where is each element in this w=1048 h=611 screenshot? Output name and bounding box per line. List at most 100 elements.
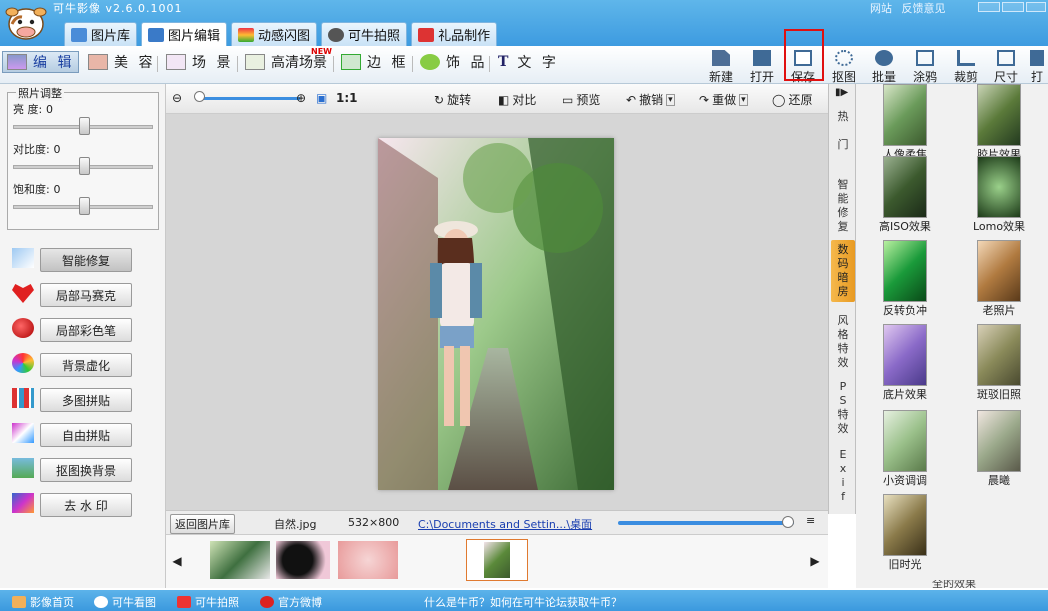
mode-frame[interactable]: 边 框 bbox=[337, 51, 412, 73]
undo-dropdown-icon[interactable]: ▾ bbox=[666, 93, 675, 106]
open-button[interactable]: 打开 bbox=[744, 50, 780, 85]
collapse-panel-icon[interactable]: ▮▶ bbox=[835, 87, 848, 98]
multi-image-collage-button[interactable]: 多图拼贴 bbox=[40, 388, 132, 412]
cutout-button[interactable]: 抠图 bbox=[826, 50, 862, 85]
zoom-slider[interactable] bbox=[196, 97, 300, 100]
actual-size-button[interactable]: 1:1 bbox=[336, 91, 358, 105]
resize-button[interactable]: 尺寸 bbox=[988, 50, 1024, 85]
category-style-effects[interactable]: 风 格 特 效 bbox=[831, 314, 855, 370]
effect-lomo[interactable]: Lomo效果 bbox=[960, 156, 1038, 236]
effect-negative[interactable]: 底片效果 bbox=[866, 324, 944, 404]
weibo-icon bbox=[260, 596, 274, 608]
effects-footer[interactable]: 全的效果 bbox=[932, 580, 976, 588]
status-home-link[interactable]: 影像首页 bbox=[12, 594, 74, 610]
zoom-slider-thumb[interactable] bbox=[194, 91, 205, 102]
smart-repair-button[interactable]: 智能修复 bbox=[40, 248, 132, 272]
undo-button[interactable]: ↶ 撤销 ▾ bbox=[626, 91, 675, 108]
mode-edit[interactable]: 编 辑 bbox=[2, 51, 80, 73]
print-button[interactable]: 打 bbox=[1026, 50, 1048, 85]
crop-button[interactable]: 裁剪 bbox=[948, 50, 984, 85]
thumbnail[interactable] bbox=[338, 541, 398, 579]
effect-thumbnail bbox=[883, 240, 927, 302]
text-t-icon: T bbox=[498, 54, 512, 70]
watermark-icon bbox=[12, 493, 34, 513]
heart-mosaic-icon bbox=[12, 284, 34, 303]
status-weibo-link[interactable]: 官方微博 bbox=[260, 594, 322, 610]
back-to-gallery-button[interactable]: 返回图片库 bbox=[170, 514, 235, 534]
tab-camera[interactable]: 可牛拍照 bbox=[321, 22, 408, 46]
fit-screen-icon[interactable]: ▣ bbox=[316, 91, 327, 105]
status-camera-link[interactable]: 可牛拍照 bbox=[177, 594, 239, 610]
image-canvas[interactable] bbox=[166, 114, 828, 510]
mode-text[interactable]: T文 字 bbox=[494, 51, 563, 73]
effect-portrait-soft[interactable]: 人像柔焦 bbox=[866, 84, 944, 164]
scene-icon bbox=[166, 54, 186, 70]
thumb-size-slider[interactable] bbox=[618, 521, 794, 525]
mode-scene[interactable]: 场 景 bbox=[162, 51, 237, 73]
effect-cross-process[interactable]: 反转负冲 bbox=[866, 240, 944, 320]
compare-icon: ◧ bbox=[498, 92, 510, 107]
website-link[interactable]: 网站 bbox=[870, 2, 892, 15]
remove-watermark-button[interactable]: 去 水 印 bbox=[40, 493, 132, 517]
effect-mottled-old[interactable]: 斑驳旧照 bbox=[960, 324, 1038, 404]
effect-old-photo[interactable]: 老照片 bbox=[960, 240, 1038, 320]
batch-button[interactable]: 批量 bbox=[866, 50, 902, 85]
contrast-slider-thumb[interactable] bbox=[79, 157, 90, 175]
status-viewer-link[interactable]: 可牛看图 bbox=[94, 594, 156, 610]
preview-button[interactable]: ▭ 预览 bbox=[562, 91, 600, 108]
category-smart-repair[interactable]: 智 能 修 复 bbox=[831, 178, 855, 234]
zoom-in-icon[interactable]: ⊕ bbox=[296, 91, 306, 105]
category-exif[interactable]: E x i f bbox=[831, 448, 855, 504]
compare-button[interactable]: ◧ 对比 bbox=[498, 91, 536, 108]
maximize-button[interactable] bbox=[1002, 2, 1024, 12]
new-button[interactable]: 新建 bbox=[703, 50, 739, 85]
scroll-right-icon[interactable]: ▶ bbox=[808, 545, 822, 577]
redo-button[interactable]: ↷ 重做 ▾ bbox=[699, 91, 748, 108]
effect-high-iso[interactable]: 高ISO效果 bbox=[866, 156, 944, 236]
background-blur-button[interactable]: 背景虚化 bbox=[40, 353, 132, 377]
tab-gallery[interactable]: 图片库 bbox=[64, 22, 138, 46]
local-color-pen-button[interactable]: 局部彩色笔 bbox=[40, 318, 132, 342]
effect-old-times[interactable]: 旧时光 bbox=[866, 494, 944, 574]
effect-thumbnail bbox=[977, 84, 1021, 146]
brush-icon bbox=[916, 50, 934, 66]
brightness-slider-thumb[interactable] bbox=[79, 117, 90, 135]
effect-dawn[interactable]: 晨曦 bbox=[960, 410, 1038, 490]
mode-beauty[interactable]: 美 容 bbox=[84, 51, 159, 73]
saturation-slider-thumb[interactable] bbox=[79, 197, 90, 215]
local-mosaic-button[interactable]: 局部马赛克 bbox=[40, 283, 132, 307]
gallery-icon bbox=[71, 27, 87, 42]
thumb-size-slider-thumb[interactable] bbox=[782, 516, 794, 528]
thumbnail-selected[interactable] bbox=[466, 539, 528, 581]
tab-edit[interactable]: 图片编辑 bbox=[141, 22, 228, 46]
file-path-link[interactable]: C:\Documents and Settin...\桌面 bbox=[418, 516, 592, 532]
restore-button[interactable]: ◯ 还原 bbox=[772, 91, 812, 108]
category-digital-darkroom[interactable]: 数 码 暗 房 bbox=[831, 240, 855, 302]
redo-dropdown-icon[interactable]: ▾ bbox=[739, 93, 748, 106]
edited-photo[interactable] bbox=[378, 138, 614, 490]
effect-film[interactable]: 胶片效果 bbox=[960, 84, 1038, 164]
tab-animated[interactable]: 动感闪图 bbox=[231, 22, 318, 46]
menu-lines-icon[interactable]: ≡ bbox=[806, 514, 815, 527]
cutout-replace-bg-button[interactable]: 抠图换背景 bbox=[40, 458, 132, 482]
rotate-button[interactable]: ↻ 旋转 bbox=[434, 91, 471, 108]
thumbnail[interactable] bbox=[210, 541, 270, 579]
feedback-link[interactable]: 反馈意见 bbox=[902, 2, 946, 15]
effect-petit-bourgeois[interactable]: 小资调调 bbox=[866, 410, 944, 490]
scroll-left-icon[interactable]: ◀ bbox=[170, 545, 184, 577]
zoom-out-icon[interactable]: ⊖ bbox=[172, 91, 182, 105]
status-message[interactable]: 什么是牛币？如何在可牛论坛获取牛币？ bbox=[424, 594, 622, 610]
close-button[interactable] bbox=[1026, 2, 1046, 12]
effects-panel: 人像柔焦 胶片效果 高ISO效果 Lomo效果 反转负冲 老照片 底片效果 斑驳… bbox=[856, 84, 1048, 588]
edit-mode-icon bbox=[7, 54, 27, 70]
mode-decor[interactable]: 饰 品 bbox=[416, 51, 491, 73]
clover-icon bbox=[420, 54, 440, 70]
effect-thumbnail bbox=[977, 410, 1021, 472]
thumbnail[interactable] bbox=[276, 541, 330, 579]
free-collage-button[interactable]: 自由拼贴 bbox=[40, 423, 132, 447]
category-hot[interactable]: 热 门 bbox=[831, 110, 855, 152]
tab-gift[interactable]: 礼品制作 bbox=[411, 22, 498, 46]
doodle-button[interactable]: 涂鸦 bbox=[907, 50, 943, 85]
category-ps-effects[interactable]: P S 特 效 bbox=[831, 380, 855, 436]
minimize-button[interactable] bbox=[978, 2, 1000, 12]
